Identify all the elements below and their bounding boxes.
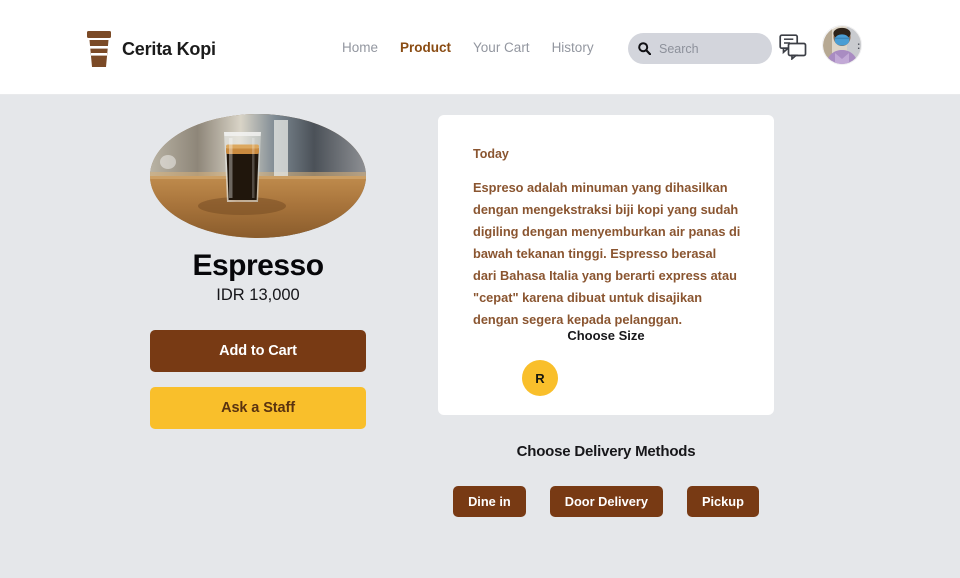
avatar-dropdown-caret[interactable]: : (857, 42, 860, 54)
product-price: IDR 13,000 (216, 285, 300, 304)
ask-a-staff-button[interactable]: Ask a Staff (150, 386, 366, 429)
chat-bubbles-icon[interactable] (779, 34, 807, 61)
product-description: Espreso adalah minuman yang dihasilkan d… (473, 180, 741, 327)
choose-delivery-methods-label: Choose Delivery Methods (516, 443, 696, 460)
nav-item-your-cart[interactable]: Your Cart (473, 40, 530, 55)
search-input[interactable] (659, 41, 759, 56)
main-navigation: Home Product Your Cart History (342, 40, 594, 55)
coffee-cup-icon (86, 30, 112, 68)
site-header: Cerita Kopi Home Product Your Cart Histo… (0, 0, 960, 95)
size-option-regular[interactable]: R (522, 360, 558, 396)
delivery-option-dine-in[interactable]: Dine in (453, 486, 526, 517)
search-icon (638, 42, 652, 56)
delivery-method-options: Dine in Door Delivery Pickup (438, 486, 774, 517)
brand-name: Cerita Kopi (122, 38, 216, 59)
product-summary: Espresso IDR 13,000 Add to Cart Ask a St… (150, 114, 366, 429)
product-title: Espresso (192, 249, 324, 282)
product-info-card: Today Espreso adalah minuman yang dihasi… (438, 115, 774, 415)
nav-item-home[interactable]: Home (342, 40, 378, 55)
avatar[interactable] (822, 25, 862, 65)
espresso-glass-photo (150, 114, 366, 238)
nav-item-product[interactable]: Product (400, 40, 451, 55)
main-content: Espresso IDR 13,000 Add to Cart Ask a St… (0, 95, 960, 578)
delivery-option-door-delivery[interactable]: Door Delivery (549, 486, 663, 517)
size-options: R (522, 360, 558, 396)
today-label: Today (473, 147, 509, 161)
product-actions: Add to Cart Ask a Staff (150, 329, 366, 429)
brand-logo[interactable]: Cerita Kopi (86, 30, 216, 68)
nav-item-history[interactable]: History (552, 40, 594, 55)
add-to-cart-button[interactable]: Add to Cart (150, 329, 366, 372)
delivery-option-pickup[interactable]: Pickup (686, 486, 759, 517)
search-box[interactable] (628, 33, 772, 64)
choose-size-label: Choose Size (567, 328, 645, 343)
